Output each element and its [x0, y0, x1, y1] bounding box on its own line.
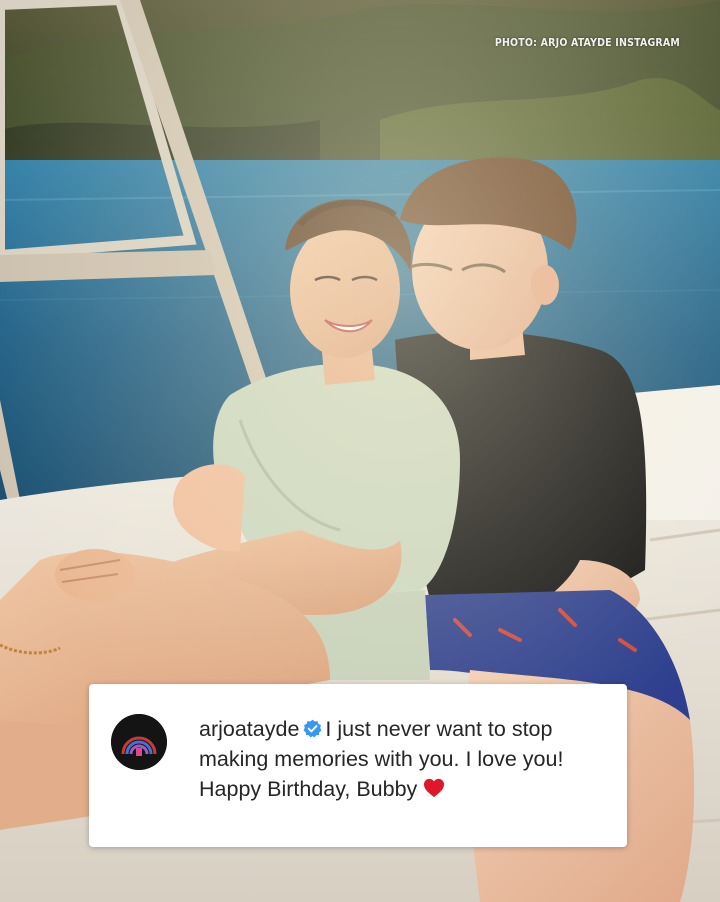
- photo-credit: PHOTO: ARJO ATAYDE INSTAGRAM: [494, 37, 680, 49]
- avatar-rainbow-icon: [111, 714, 167, 770]
- profile-avatar[interactable]: [111, 714, 167, 770]
- caption-username[interactable]: arjoatayde: [199, 717, 299, 741]
- instagram-caption-card: arjoatayde I just never want to stop maki…: [89, 684, 627, 847]
- instagram-post-image: PHOTO: ARJO ATAYDE INSTAGRAM arjoatayde I…: [0, 0, 720, 902]
- verified-badge-icon: [303, 719, 322, 738]
- caption-text-block: arjoatayde I just never want to stop maki…: [199, 714, 599, 804]
- red-heart-icon: [424, 778, 445, 798]
